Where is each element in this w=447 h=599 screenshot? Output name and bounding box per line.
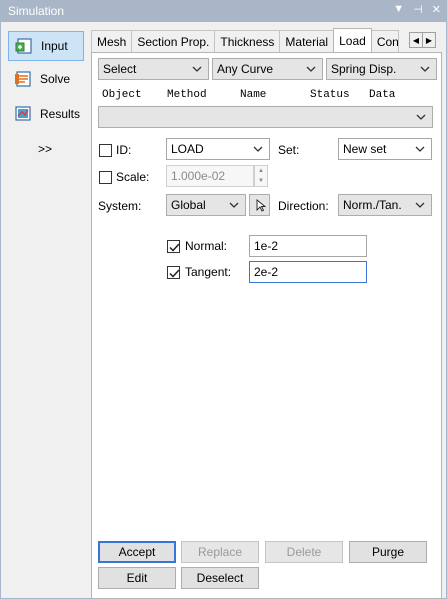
type-combo-value: Spring Disp. bbox=[331, 62, 397, 76]
chevron-down-icon bbox=[414, 142, 426, 156]
set-combo[interactable]: New set bbox=[338, 138, 432, 160]
stepper-down-icon[interactable]: ▼ bbox=[255, 176, 267, 186]
tab-load[interactable]: Load bbox=[333, 28, 372, 52]
chevron-down-icon bbox=[415, 110, 427, 124]
tangent-label: Tangent: bbox=[185, 265, 232, 279]
column-header-data: Data bbox=[369, 89, 396, 101]
sidebar-item-label: Input bbox=[41, 39, 68, 53]
tangent-checkbox[interactable] bbox=[167, 266, 180, 279]
direction-combo[interactable]: Norm./Tan. bbox=[338, 194, 432, 216]
sidebar-item-label: Solve bbox=[40, 72, 71, 86]
scale-label: Scale: bbox=[116, 170, 150, 184]
titlebar-controls: ▼ ⊣ ✕ bbox=[393, 3, 441, 16]
chevron-down-icon bbox=[419, 62, 431, 76]
system-combo-value: Global bbox=[171, 198, 206, 212]
column-header-status: Status bbox=[310, 89, 350, 101]
checkmark-icon bbox=[169, 269, 180, 278]
dropdown-icon[interactable]: ▼ bbox=[393, 3, 404, 16]
pin-icon[interactable]: ⊣ bbox=[413, 3, 423, 16]
stepper-up-icon[interactable]: ▲ bbox=[255, 166, 267, 176]
id-checkbox[interactable] bbox=[99, 144, 112, 157]
deselect-button[interactable]: Deselect bbox=[181, 567, 259, 589]
input-icon bbox=[15, 37, 33, 55]
direction-combo-value: Norm./Tan. bbox=[343, 198, 402, 212]
solve-icon bbox=[14, 70, 32, 88]
chevron-down-icon bbox=[228, 198, 240, 212]
curve-combo-value: Any Curve bbox=[217, 62, 274, 76]
chevron-down-icon bbox=[414, 198, 426, 212]
panel-title: Simulation bbox=[8, 4, 65, 18]
edit-button[interactable]: Edit bbox=[98, 567, 176, 589]
id-combo-value: LOAD bbox=[171, 142, 204, 156]
select-combo-value: Select bbox=[103, 62, 137, 76]
type-combo[interactable]: Spring Disp. bbox=[326, 58, 437, 80]
column-header-method: Method bbox=[167, 89, 207, 101]
system-label: System: bbox=[98, 199, 142, 213]
chevron-down-icon bbox=[191, 62, 203, 76]
select-combo[interactable]: Select bbox=[98, 58, 209, 80]
tab-section-prop[interactable]: Section Prop. bbox=[131, 30, 216, 52]
sidebar-item-solve[interactable]: Solve bbox=[8, 64, 84, 94]
tab-constraints[interactable]: Con bbox=[370, 30, 399, 52]
chevron-down-icon bbox=[305, 62, 317, 76]
results-icon bbox=[14, 105, 32, 123]
system-combo[interactable]: Global bbox=[166, 194, 246, 216]
panel-titlebar: Simulation ▼ ⊣ ✕ bbox=[0, 0, 447, 22]
column-header-name: Name bbox=[240, 89, 267, 101]
cursor-arrow-icon bbox=[256, 199, 266, 212]
tab-scroll-right-icon[interactable]: ▶ bbox=[422, 32, 436, 48]
tab-scroll: ◀ ▶ bbox=[409, 32, 436, 48]
sidebar-item-results[interactable]: Results bbox=[8, 99, 84, 129]
sidebar-item-input[interactable]: Input bbox=[8, 31, 84, 61]
id-label: ID: bbox=[116, 143, 132, 157]
tab-scroll-left-icon[interactable]: ◀ bbox=[409, 32, 423, 48]
tab-material[interactable]: Material bbox=[279, 30, 335, 52]
set-combo-value: New set bbox=[343, 142, 387, 156]
pick-coordinate-button[interactable] bbox=[249, 194, 270, 216]
tab-strip: Mesh Section Prop. Thickness Material Lo… bbox=[91, 28, 399, 53]
normal-input[interactable]: 1e-2 bbox=[249, 235, 367, 257]
curve-combo[interactable]: Any Curve bbox=[212, 58, 323, 80]
scale-input[interactable]: 1.000e-02 bbox=[166, 165, 254, 187]
normal-label: Normal: bbox=[185, 239, 228, 253]
delete-button[interactable]: Delete bbox=[265, 541, 343, 563]
accept-button[interactable]: Accept bbox=[98, 541, 176, 563]
column-header-object: Object bbox=[102, 89, 142, 101]
tab-thickness[interactable]: Thickness bbox=[214, 30, 281, 52]
tangent-input[interactable]: 2e-2 bbox=[249, 261, 367, 283]
entity-list-combo[interactable] bbox=[98, 106, 433, 128]
id-combo[interactable]: LOAD bbox=[166, 138, 270, 160]
direction-label: Direction: bbox=[278, 199, 329, 213]
purge-button[interactable]: Purge bbox=[349, 541, 427, 563]
tab-mesh[interactable]: Mesh bbox=[91, 30, 133, 52]
close-icon[interactable]: ✕ bbox=[432, 3, 441, 16]
load-panel bbox=[91, 52, 442, 599]
replace-button[interactable]: Replace bbox=[181, 541, 259, 563]
scale-stepper[interactable]: ▲ ▼ bbox=[254, 165, 268, 187]
normal-checkbox[interactable] bbox=[167, 240, 180, 253]
sidebar-expand-button[interactable]: >> bbox=[38, 142, 52, 156]
chevron-down-icon bbox=[252, 142, 264, 156]
checkmark-icon bbox=[169, 243, 180, 252]
scale-checkbox[interactable] bbox=[99, 171, 112, 184]
set-label: Set: bbox=[278, 143, 300, 157]
sidebar-item-label: Results bbox=[40, 107, 81, 121]
